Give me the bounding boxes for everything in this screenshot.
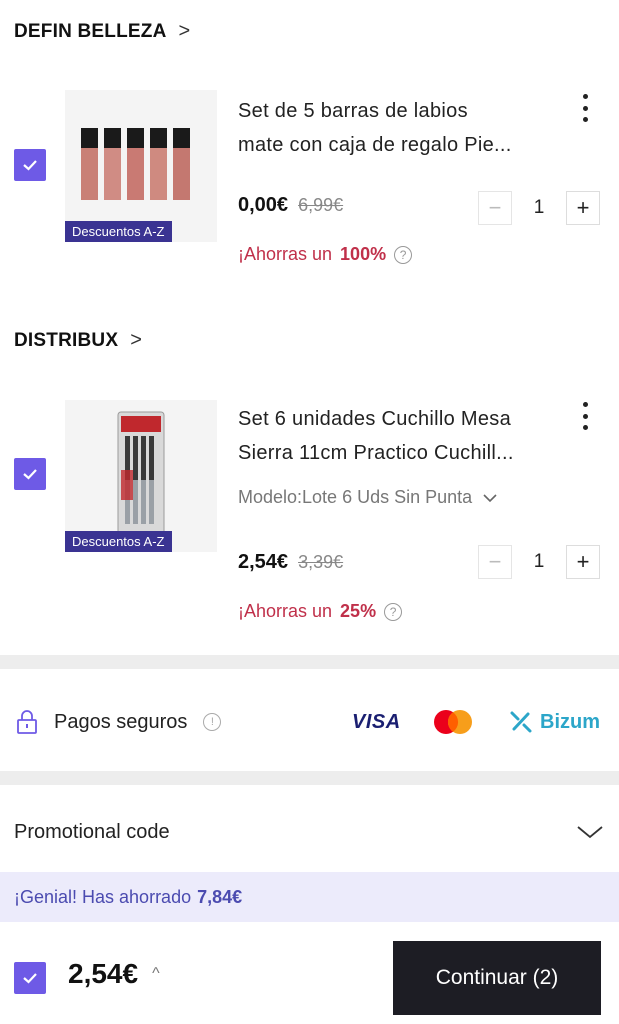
savings-amount: 7,84€ bbox=[197, 886, 243, 907]
increase-quantity-button[interactable]: + bbox=[566, 191, 600, 225]
checkmark-icon bbox=[23, 160, 37, 171]
total-amount: 2,54€ bbox=[68, 958, 139, 989]
product-title[interactable]: Set 6 unidades Cuchillo Mesa Sierra 11cm… bbox=[238, 402, 568, 470]
seller-header-distribux[interactable]: DISTRIBUX > bbox=[14, 329, 142, 352]
product-image-knives[interactable]: Descuentos A-Z bbox=[65, 400, 217, 552]
secure-payments-row: Pagos seguros ! VISA Bizum bbox=[14, 700, 604, 744]
decrease-quantity-button[interactable]: − bbox=[478, 545, 512, 579]
original-price: 3,39€ bbox=[298, 552, 344, 572]
chevron-right-icon: > bbox=[178, 20, 191, 42]
savings-message: ¡Genial! Has ahorrado bbox=[14, 886, 192, 907]
visa-logo: VISA bbox=[352, 710, 401, 733]
continue-button[interactable]: Continuar (2) bbox=[393, 941, 601, 1015]
promo-code-row[interactable]: Promotional code bbox=[14, 810, 604, 854]
order-total[interactable]: 2,54€ ^ bbox=[68, 958, 160, 990]
select-all-checkbox[interactable] bbox=[14, 962, 46, 994]
info-icon[interactable]: ! bbox=[203, 713, 222, 731]
quantity-stepper[interactable]: − 1 + bbox=[478, 191, 600, 225]
savings-percent: 25% bbox=[340, 601, 377, 621]
lipstick-set-image bbox=[65, 90, 217, 242]
secure-payments-label: Pagos seguros bbox=[54, 710, 188, 733]
bizum-icon bbox=[510, 711, 532, 733]
mastercard-logo bbox=[434, 710, 472, 734]
savings-prefix: ¡Ahorras un bbox=[238, 244, 333, 264]
checkmark-icon bbox=[23, 469, 37, 480]
savings-prefix: ¡Ahorras un bbox=[238, 601, 333, 621]
lock-icon bbox=[17, 710, 37, 734]
variant-label: Modelo:Lote 6 Uds Sin Punta bbox=[238, 487, 473, 507]
product-title-line2: mate con caja de regalo Pie... bbox=[238, 134, 512, 156]
decrease-quantity-button[interactable]: − bbox=[478, 191, 512, 225]
original-price: 6,99€ bbox=[298, 195, 344, 215]
product-image-lipsticks[interactable]: Descuentos A-Z bbox=[65, 90, 217, 242]
section-divider bbox=[0, 655, 619, 669]
more-options-icon[interactable] bbox=[575, 402, 595, 430]
savings-text: ¡Ahorras un 25% ? bbox=[238, 601, 403, 622]
quantity-value: 1 bbox=[533, 197, 545, 218]
discount-tag: Descuentos A-Z bbox=[65, 221, 172, 242]
increase-quantity-button[interactable]: + bbox=[566, 545, 600, 579]
price-block: 0,00€ 6,99€ bbox=[238, 194, 343, 217]
product-title-line1: Set 6 unidades Cuchillo Mesa bbox=[238, 408, 511, 430]
knife-set-image bbox=[65, 400, 217, 552]
help-icon[interactable]: ? bbox=[384, 602, 403, 621]
savings-percent: 100% bbox=[340, 244, 387, 264]
promo-code-label: Promotional code bbox=[14, 820, 170, 843]
current-price: 2,54€ bbox=[238, 551, 289, 573]
help-icon[interactable]: ? bbox=[394, 245, 413, 264]
total-savings-banner: ¡Genial! Has ahorrado 7,84€ bbox=[0, 872, 619, 922]
item-checkbox[interactable] bbox=[14, 149, 46, 181]
quantity-value: 1 bbox=[533, 551, 545, 572]
savings-text: ¡Ahorras un 100% ? bbox=[238, 244, 413, 265]
item-checkbox[interactable] bbox=[14, 458, 46, 490]
product-title-line2: Sierra 11cm Practico Cuchill... bbox=[238, 442, 514, 464]
bizum-logo: Bizum bbox=[508, 709, 600, 735]
chevron-right-icon: > bbox=[130, 329, 143, 351]
chevron-up-icon: ^ bbox=[152, 965, 160, 982]
seller-header-defin-belleza[interactable]: DEFIN BELLEZA > bbox=[14, 20, 190, 43]
current-price: 0,00€ bbox=[238, 194, 289, 216]
section-divider bbox=[0, 771, 619, 785]
variant-selector[interactable]: Modelo:Lote 6 Uds Sin Punta bbox=[238, 487, 498, 508]
chevron-down-icon bbox=[577, 826, 603, 839]
seller-name: DISTRIBUX bbox=[14, 329, 119, 351]
price-block: 2,54€ 3,39€ bbox=[238, 551, 343, 574]
product-title-line1: Set de 5 barras de labios bbox=[238, 100, 468, 122]
more-options-icon[interactable] bbox=[575, 94, 595, 122]
chevron-down-icon bbox=[483, 493, 497, 502]
discount-tag: Descuentos A-Z bbox=[65, 531, 172, 552]
bizum-text: Bizum bbox=[540, 710, 600, 733]
checkmark-icon bbox=[23, 973, 37, 984]
product-title[interactable]: Set de 5 barras de labios mate con caja … bbox=[238, 94, 568, 162]
seller-name: DEFIN BELLEZA bbox=[14, 20, 167, 42]
quantity-stepper[interactable]: − 1 + bbox=[478, 545, 600, 579]
